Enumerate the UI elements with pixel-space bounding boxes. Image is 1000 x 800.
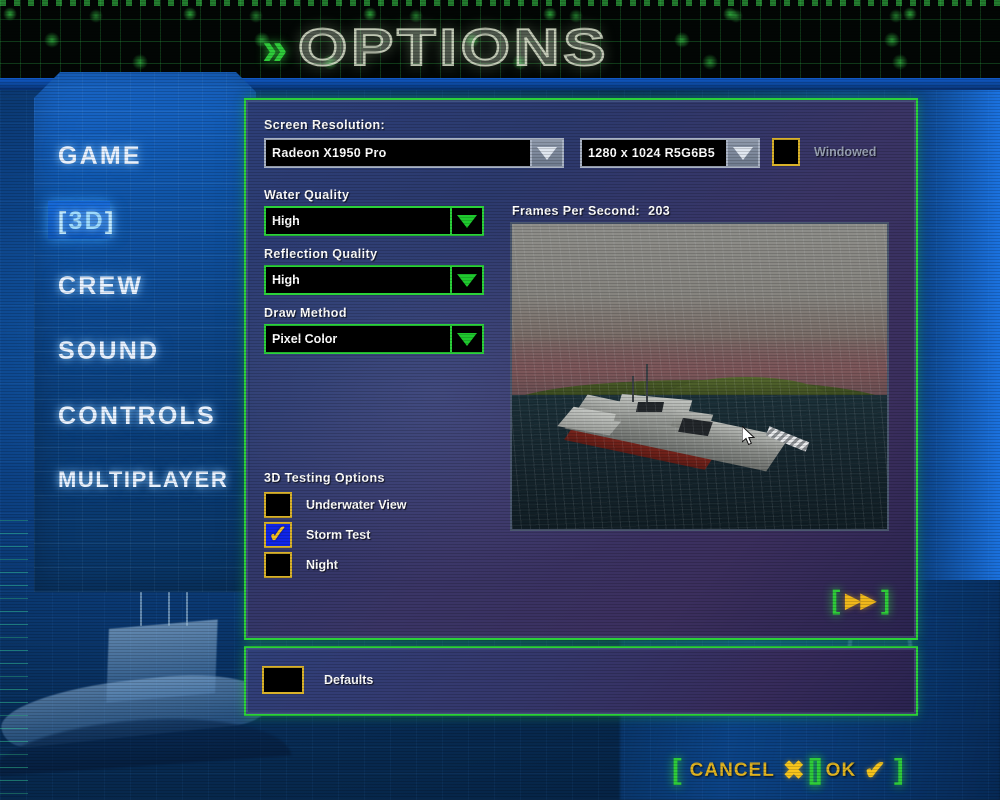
cancel-label: CANCEL — [689, 759, 775, 781]
next-page-button[interactable]: [ ▶▶ ] — [831, 585, 890, 616]
reflection-quality-dropdown[interactable]: High — [264, 265, 484, 295]
defaults-checkbox[interactable] — [262, 666, 304, 694]
ok-label: OK — [825, 759, 857, 781]
night-row: Night — [264, 552, 407, 578]
screen-resolution-label: Screen Resolution: — [264, 118, 386, 132]
windowed-checkbox[interactable] — [772, 138, 800, 166]
sidebar-item-game[interactable]: GAME — [34, 134, 256, 179]
double-chevron-right-icon: » — [262, 22, 288, 74]
draw-method-value: Pixel Color — [272, 332, 338, 346]
water-quality-value: High — [272, 214, 300, 228]
fps-value: 203 — [648, 204, 671, 218]
sidebar-item-label: CREW — [58, 272, 144, 300]
adapter-value: Radeon X1950 Pro — [272, 146, 387, 160]
water-quality-dropdown[interactable]: High — [264, 206, 484, 236]
bracket-left: [ — [808, 754, 818, 786]
mouse-cursor — [742, 426, 756, 446]
chevron-down-icon[interactable] — [726, 140, 758, 166]
x-icon: ✖ — [782, 755, 805, 785]
resolution-dropdown[interactable]: 1280 x 1024 R5G6B5 — [580, 138, 760, 168]
chevron-down-icon[interactable] — [450, 326, 482, 352]
testing-options-list: Underwater View ✓ Storm Test Night — [264, 492, 407, 582]
bracket-right: ] — [893, 754, 904, 786]
checkmark-icon: ✔ — [864, 755, 886, 785]
fps-row: Frames Per Second: 203 — [512, 204, 670, 218]
bracket-right: ] — [104, 207, 116, 235]
preview-warship — [556, 364, 810, 480]
page-title: OPTIONS — [296, 18, 609, 78]
resolution-value: 1280 x 1024 R5G6B5 — [588, 146, 716, 160]
sidebar-menu: GAME [3D] CREW SOUND CONTROLS MULTIPLAYE… — [34, 134, 256, 521]
chevron-down-icon[interactable] — [450, 267, 482, 293]
draw-method-dropdown[interactable]: Pixel Color — [264, 324, 484, 354]
ok-button[interactable]: [ OK ✔ ] — [808, 754, 904, 787]
storm-test-label: Storm Test — [306, 528, 371, 542]
sidebar-item-label: CONTROLS — [58, 402, 216, 430]
reflection-quality-value: High — [272, 273, 300, 287]
fast-forward-icon: ▶▶ — [845, 590, 876, 612]
testing-options-title: 3D Testing Options — [264, 471, 385, 485]
defaults-row: Defaults — [262, 666, 373, 694]
sidebar-item-label: 3D — [68, 207, 105, 235]
underwater-view-label: Underwater View — [306, 498, 407, 512]
fps-label: Frames Per Second: — [512, 204, 641, 218]
chevron-down-icon[interactable] — [530, 140, 562, 166]
underwater-view-checkbox[interactable] — [264, 492, 292, 518]
night-label: Night — [306, 558, 338, 572]
3d-preview-viewport[interactable] — [510, 222, 889, 531]
underwater-view-row: Underwater View — [264, 492, 407, 518]
adapter-dropdown[interactable]: Radeon X1950 Pro — [264, 138, 564, 168]
checkmark-icon: ✓ — [267, 521, 289, 548]
windowed-row: Windowed — [772, 138, 876, 166]
sidebar-item-crew[interactable]: CREW — [34, 264, 256, 309]
night-checkbox[interactable] — [264, 552, 292, 578]
water-quality-label: Water Quality — [264, 188, 350, 202]
sidebar: GAME [3D] CREW SOUND CONTROLS MULTIPLAYE… — [34, 72, 256, 592]
sidebar-item-label: SOUND — [58, 337, 160, 365]
sidebar-item-label: MULTIPLAYER — [58, 467, 229, 492]
sidebar-item-sound[interactable]: SOUND — [34, 329, 256, 374]
bracket-left: [ — [58, 207, 69, 235]
draw-method-label: Draw Method — [264, 306, 347, 320]
storm-test-checkbox[interactable]: ✓ — [264, 522, 292, 548]
sidebar-item-multiplayer[interactable]: MULTIPLAYER — [34, 459, 256, 501]
sidebar-item-3d[interactable]: [3D] — [34, 199, 256, 244]
windowed-label: Windowed — [814, 145, 877, 159]
header-top-band — [0, 0, 1000, 6]
page-title-wrap: » OPTIONS — [262, 18, 606, 78]
sidebar-item-controls[interactable]: CONTROLS — [34, 394, 256, 439]
chevron-down-icon[interactable] — [450, 208, 482, 234]
defaults-label: Defaults — [324, 673, 374, 687]
bracket-left: [ — [831, 585, 841, 615]
cancel-button[interactable]: [ CANCEL ✖ ] — [672, 754, 822, 787]
footer-buttons: [ CANCEL ✖ ] [ OK ✔ ] — [0, 748, 1000, 800]
storm-test-row: ✓ Storm Test — [264, 522, 407, 548]
bracket-left: [ — [672, 754, 682, 786]
reflection-quality-label: Reflection Quality — [264, 247, 378, 261]
bracket-right: ] — [881, 585, 890, 615]
defaults-panel: Defaults — [244, 646, 918, 716]
sidebar-item-label: GAME — [58, 142, 142, 170]
options-screen: » OPTIONS GAME [3D] CREW SOUND CONTROLS … — [0, 0, 1000, 800]
